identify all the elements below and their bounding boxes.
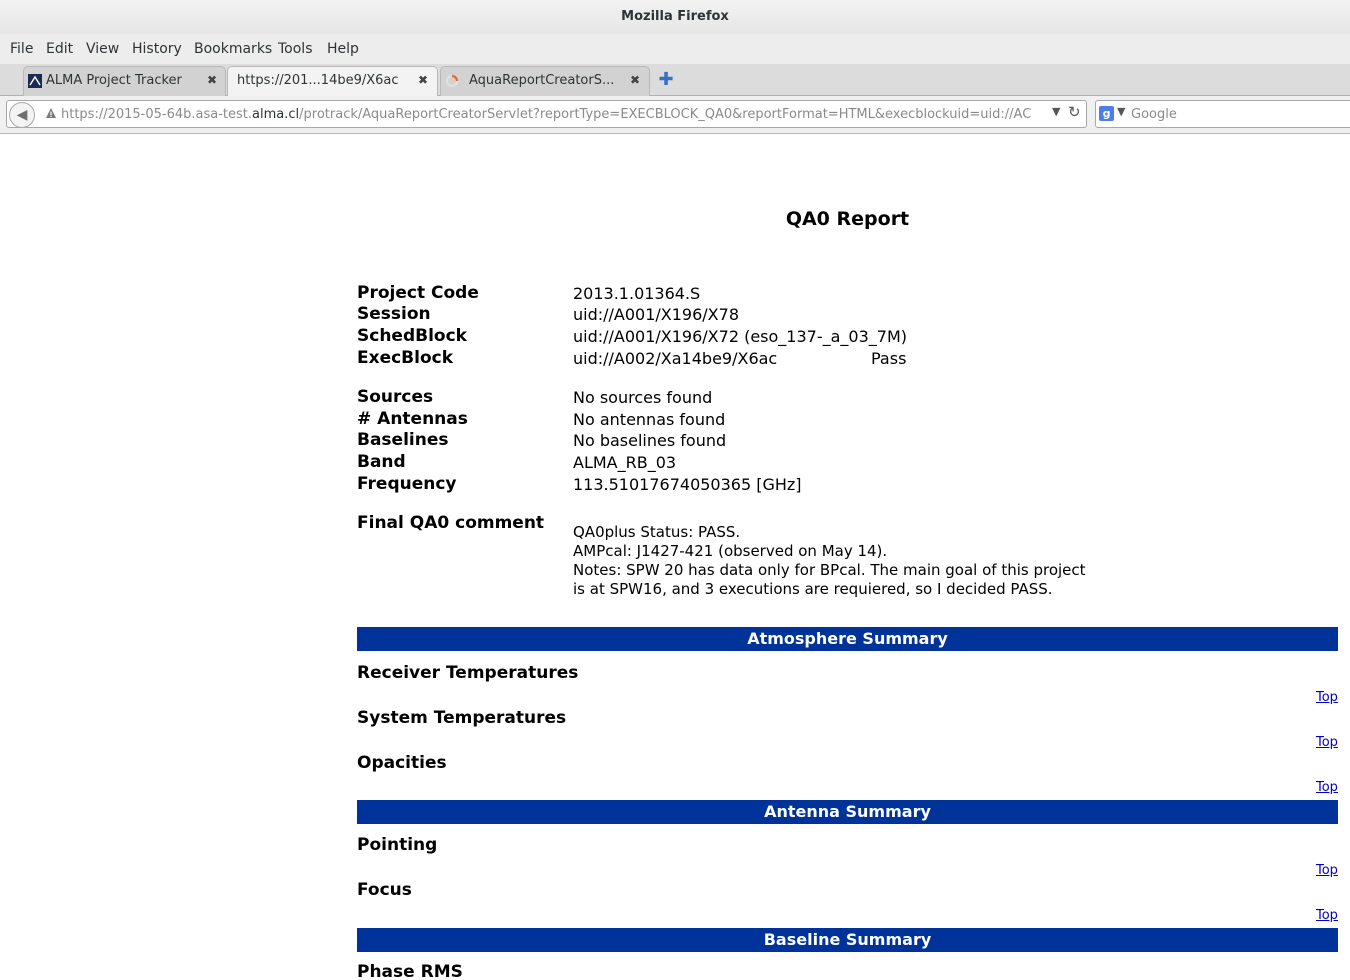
tab-label: ALMA Project Tracker bbox=[46, 73, 182, 88]
label-sources: Sources bbox=[357, 387, 434, 407]
search-engine-chevron-down-icon[interactable]: ▼ bbox=[1117, 105, 1125, 118]
label-session: Session bbox=[357, 304, 431, 324]
url-text[interactable]: https://2015-05-64b.asa-test.alma.cl/pro… bbox=[61, 107, 1051, 122]
url-prefix: https://2015-05-64b.asa-test. bbox=[61, 107, 253, 122]
window-titlebar: Mozilla Firefox bbox=[0, 0, 1350, 34]
top-link[interactable]: Top bbox=[1316, 863, 1338, 878]
url-history-chevron-down-icon[interactable]: ▼ bbox=[1052, 105, 1060, 118]
label-antennas: # Antennas bbox=[357, 409, 468, 429]
navigation-bar: ◀ https://2015-05-64b.asa-test.alma.cl/p… bbox=[0, 96, 1350, 134]
google-search-engine-icon[interactable]: g bbox=[1099, 106, 1114, 121]
comment-line: is at SPW16, and 3 executions are requie… bbox=[573, 580, 1053, 598]
back-arrow-icon[interactable]: ◀ bbox=[9, 102, 35, 128]
label-schedblock: SchedBlock bbox=[357, 326, 467, 346]
value-antennas: No antennas found bbox=[573, 410, 726, 429]
new-tab-plus-icon[interactable]: ✚ bbox=[657, 71, 675, 89]
close-tab-icon[interactable]: ✖ bbox=[207, 73, 217, 87]
tab-label: AquaReportCreatorS... bbox=[469, 73, 615, 88]
reload-icon[interactable]: ↻ bbox=[1068, 103, 1081, 121]
tab-qa0-report[interactable]: https://201...14be9/X6ac ✖ bbox=[227, 66, 438, 97]
tab-aqua-report-creator[interactable]: AquaReportCreatorS... ✖ bbox=[440, 66, 650, 96]
menu-history[interactable]: History bbox=[132, 41, 182, 57]
comment-line: Notes: SPW 20 has data only for BPcal. T… bbox=[573, 561, 1086, 579]
value-schedblock: uid://A001/X196/X72 (eso_137-_a_03_7M) bbox=[573, 327, 907, 346]
subheading-focus: Focus bbox=[357, 880, 412, 900]
top-link[interactable]: Top bbox=[1316, 780, 1338, 795]
value-execblock: uid://A002/Xa14be9/X6ac bbox=[573, 349, 778, 368]
menu-view[interactable]: View bbox=[86, 41, 119, 57]
close-tab-icon[interactable]: ✖ bbox=[418, 73, 428, 87]
label-band: Band bbox=[357, 452, 406, 472]
label-baselines: Baselines bbox=[357, 430, 449, 450]
label-execblock: ExecBlock bbox=[357, 348, 454, 368]
subheading-opacities: Opacities bbox=[357, 753, 447, 773]
menu-bar: File Edit View History Bookmarks Tools H… bbox=[0, 34, 1350, 64]
search-placeholder: Google bbox=[1131, 107, 1177, 122]
site-info-warning-icon[interactable] bbox=[45, 107, 57, 119]
label-frequency: Frequency bbox=[357, 474, 457, 494]
label-project-code: Project Code bbox=[357, 283, 479, 303]
tab-label: https://201...14be9/X6ac bbox=[237, 73, 399, 88]
section-header-antenna: Antenna Summary bbox=[357, 800, 1338, 824]
comment-line: QA0plus Status: PASS. bbox=[573, 523, 741, 541]
section-header-baseline: Baseline Summary bbox=[357, 928, 1338, 952]
subheading-pointing: Pointing bbox=[357, 835, 438, 855]
value-baselines: No baselines found bbox=[573, 431, 727, 450]
menu-edit[interactable]: Edit bbox=[46, 41, 73, 57]
section-header-atmosphere: Atmosphere Summary bbox=[357, 627, 1338, 651]
label-final-qa0-comment: Final QA0 comment bbox=[357, 513, 545, 533]
final-qa0-comment: QA0plus Status: PASS. AMPcal: J1427-421 … bbox=[573, 523, 1133, 599]
menu-bookmarks[interactable]: Bookmarks bbox=[194, 41, 272, 57]
url-domain: alma.cl bbox=[252, 107, 300, 122]
window-title: Mozilla Firefox bbox=[621, 9, 729, 24]
subheading-system-temperatures: System Temperatures bbox=[357, 708, 567, 728]
page-title: QA0 Report bbox=[785, 208, 910, 230]
close-tab-icon[interactable]: ✖ bbox=[630, 73, 640, 87]
value-sources: No sources found bbox=[573, 388, 713, 407]
value-band: ALMA_RB_03 bbox=[573, 453, 677, 472]
execblock-status: Pass bbox=[871, 349, 907, 368]
menu-help[interactable]: Help bbox=[327, 41, 359, 57]
subheading-receiver-temperatures: Receiver Temperatures bbox=[357, 663, 579, 683]
menu-tools[interactable]: Tools bbox=[278, 41, 313, 57]
report-page: QA0 Report Project Code 2013.1.01364.S S… bbox=[0, 135, 1350, 980]
url-path: /protrack/AquaReportCreatorServlet?repor… bbox=[299, 107, 1032, 122]
top-link[interactable]: Top bbox=[1316, 735, 1338, 750]
top-link[interactable]: Top bbox=[1316, 908, 1338, 923]
comment-line: AMPcal: J1427-421 (observed on May 14). bbox=[573, 542, 888, 560]
top-link[interactable]: Top bbox=[1316, 690, 1338, 705]
value-project-code: 2013.1.01364.S bbox=[573, 284, 701, 303]
value-frequency: 113.51017674050365 [GHz] bbox=[573, 475, 802, 494]
tab-strip: ALMA Project Tracker ✖ https://201...14b… bbox=[0, 64, 1350, 97]
value-session: uid://A001/X196/X78 bbox=[573, 305, 739, 324]
alma-favicon-icon bbox=[28, 74, 42, 88]
menu-file[interactable]: File bbox=[10, 41, 33, 57]
loading-spinner-icon bbox=[445, 74, 459, 88]
subheading-phase-rms: Phase RMS bbox=[357, 962, 463, 980]
tab-alma-project-tracker[interactable]: ALMA Project Tracker ✖ bbox=[23, 66, 226, 96]
